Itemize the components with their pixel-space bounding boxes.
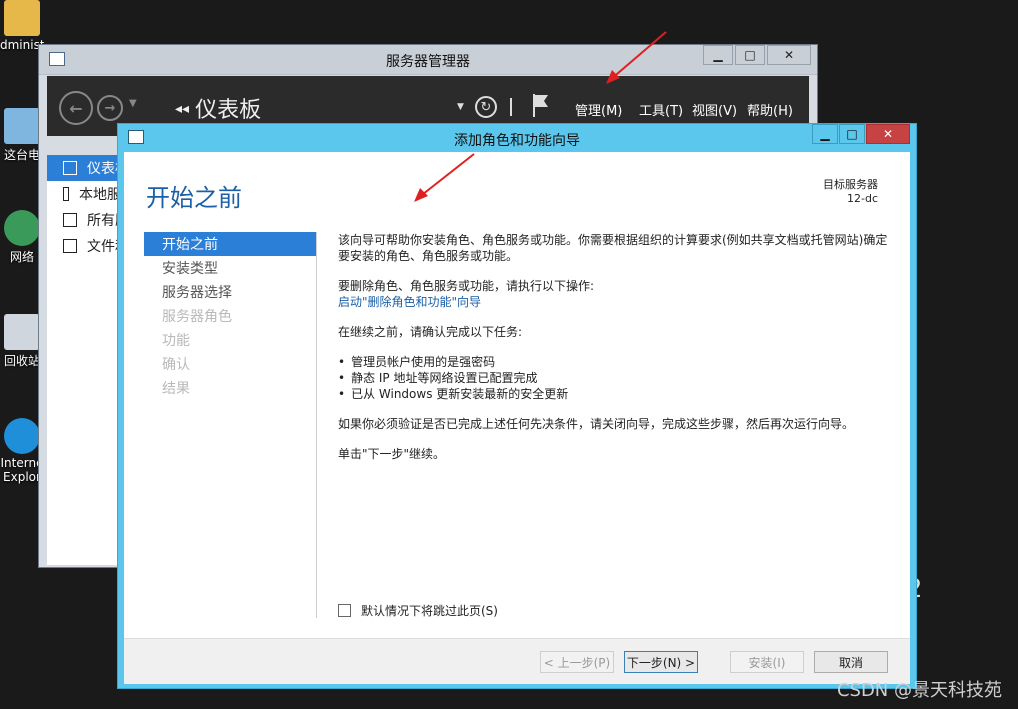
list-item: 管理员帐户使用的是强密码 [338,354,894,370]
minimize-icon: ▁ [713,48,723,62]
minimize-button[interactable]: ▁ [703,45,733,65]
step-confirmation: 确认 [162,357,190,373]
wizard-title: 添加角色和功能向导 [454,133,580,149]
wizard-footer: < 上一步(P) 下一步(N) > 安装(I) 取消 [124,638,910,684]
history-dropdown-icon[interactable]: ▼ [129,98,137,109]
servers-icon [63,213,77,227]
forward-button[interactable]: → [97,95,123,121]
separator [510,98,512,116]
maximize-icon: □ [846,127,858,141]
wizard-titlebar[interactable]: 添加角色和功能向导 ▁ □ ✕ [118,124,916,152]
step-results: 结果 [162,381,190,397]
wizard-heading: 开始之前 [146,184,242,212]
checkbox-box[interactable] [338,604,351,617]
list-item: 已从 Windows 更新安装最新的安全更新 [338,386,894,402]
sidebar-item-file-storage[interactable]: 文件和存储服务 [47,233,121,259]
server-manager-sidebar: 仪表板 本地服务器 所有服务器 文件和存储服务 [47,155,121,565]
add-roles-wizard-window: 添加角色和功能向导 ▁ □ ✕ 开始之前 目标服务器 12-dc 开始之前 安装… [117,123,917,689]
user-folder-icon [4,0,40,36]
cancel-button[interactable]: 取消 [814,651,888,673]
maximize-icon: □ [744,48,756,62]
continue-text: 单击"下一步"继续。 [338,447,446,461]
page-dropdown-icon[interactable]: ▼ [457,102,464,112]
watermark: CSDN @景天科技苑 [836,680,1002,701]
before-text: 在继续之前，请确认完成以下任务: [338,325,523,339]
install-button: 安装(I) [730,651,804,673]
remove-roles-link[interactable]: 启动"删除角色和功能"向导 [338,295,481,309]
internet-explorer-icon [4,418,40,454]
wizard-maximize-button[interactable]: □ [839,124,865,144]
dashboard-icon [63,161,77,175]
breadcrumb-arrows-icon: ◂◂ [175,101,190,117]
menu-help[interactable]: 帮助(H) [747,100,793,119]
notifications-flag-button[interactable] [531,92,551,121]
wizard-minimize-button[interactable]: ▁ [812,124,838,144]
page-title: ◂◂ 仪表板 [175,98,262,123]
annotation-arrow [606,31,667,84]
skip-page-checkbox[interactable]: 默认情况下将跳过此页(S) [338,602,498,619]
step-installation-type[interactable]: 安装类型 [144,256,316,280]
step-server-selection[interactable]: 服务器选择 [144,280,316,304]
close-button[interactable]: ✕ [767,45,811,65]
target-server: 目标服务器 12-dc [823,178,878,206]
previous-button: < 上一步(P) [540,651,614,673]
verify-text: 如果你必须验证是否已完成上述任何先决条件，请关闭向导，完成这些步骤，然后再次运行… [338,417,855,431]
list-item: 静态 IP 地址等网络设置已配置完成 [338,370,894,386]
close-icon: ✕ [882,127,894,141]
step-features: 功能 [162,333,190,349]
server-manager-titlebar[interactable]: 服务器管理器 ▁ □ ✕ [39,45,817,75]
close-icon: ✕ [783,48,795,62]
next-button[interactable]: 下一步(N) > [624,651,698,673]
menu-tools[interactable]: 工具(T) [639,100,683,119]
menu-view[interactable]: 视图(V) [692,100,737,119]
file-storage-icon [63,239,77,253]
intro-text: 该向导可帮助你安装角色、角色服务或功能。你需要根据组织的计算要求(例如共享文档或… [338,233,888,263]
wizard-content: 该向导可帮助你安装角色、角色服务或功能。你需要根据组织的计算要求(例如共享文档或… [338,232,894,476]
task-list: 管理员帐户使用的是强密码 静态 IP 地址等网络设置已配置完成 已从 Windo… [338,354,894,402]
menu-manage[interactable]: 管理(M) [575,100,622,119]
annotation-arrow [414,153,475,202]
forward-arrow-icon: → [104,100,116,116]
recycle-bin-icon [4,314,40,350]
step-server-roles: 服务器角色 [162,309,232,325]
skip-page-label: 默认情况下将跳过此页(S) [361,604,498,618]
sidebar-item-all-servers[interactable]: 所有服务器 [47,207,121,233]
sidebar-item-local-server[interactable]: 本地服务器 [47,181,121,207]
remove-text: 要删除角色、角色服务或功能，请执行以下操作: [338,279,595,293]
computer-icon [4,108,40,144]
flag-icon [533,94,548,117]
back-button[interactable]: ← [59,91,93,125]
step-before-you-begin[interactable]: 开始之前 [144,232,316,256]
network-icon [4,210,40,246]
wizard-body: 开始之前 目标服务器 12-dc 开始之前 安装类型 服务器选择 服务器角色 功… [124,152,910,638]
target-server-label: 目标服务器 [823,178,878,191]
maximize-button[interactable]: □ [735,45,765,65]
wizard-steps-nav: 开始之前 安装类型 服务器选择 服务器角色 功能 确认 结果 [144,232,316,400]
wizard-close-button[interactable]: ✕ [866,124,910,144]
refresh-button[interactable]: ↻ [475,96,497,118]
target-server-value: 12-dc [847,192,878,205]
sidebar-item-dashboard[interactable]: 仪表板 [47,155,121,181]
divider [316,232,317,618]
refresh-icon: ↻ [480,99,492,115]
server-icon [63,187,69,201]
back-arrow-icon: ← [69,98,83,118]
minimize-icon: ▁ [820,127,830,141]
